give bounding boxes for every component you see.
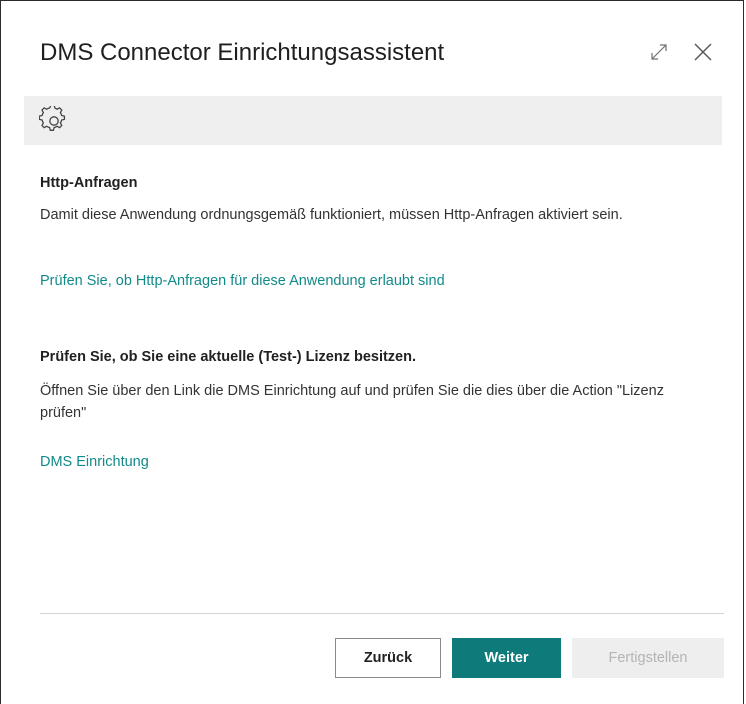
- next-button-label: Weiter: [484, 650, 529, 666]
- expand-icon[interactable]: [648, 41, 670, 63]
- dialog-title: DMS Connector Einrichtungsassistent: [40, 39, 445, 66]
- finish-button[interactable]: Fertigstellen: [572, 638, 724, 678]
- footer-divider: [40, 613, 724, 614]
- gear-icon[interactable]: [39, 106, 69, 136]
- back-button-label: Zurück: [363, 650, 413, 666]
- back-button[interactable]: Zurück: [335, 638, 441, 678]
- check-http-requests-link[interactable]: Prüfen Sie, ob Http-Anfragen für diese A…: [40, 273, 445, 289]
- http-requests-description: Damit diese Anwendung ordnungsgemäß funk…: [40, 207, 623, 223]
- finish-button-label: Fertigstellen: [608, 650, 688, 666]
- license-check-description: Öffnen Sie über den Link die DMS Einrich…: [40, 383, 664, 421]
- http-requests-heading: Http-Anfragen: [40, 175, 138, 191]
- license-check-heading: Prüfen Sie, ob Sie eine aktuelle (Test-)…: [40, 349, 417, 365]
- dms-setup-link[interactable]: DMS Einrichtung: [40, 454, 149, 470]
- setup-wizard-dialog: DMS Connector Einrichtungsassistent Http…: [0, 0, 744, 704]
- close-icon[interactable]: [692, 41, 714, 63]
- action-toolbar: [24, 96, 722, 145]
- next-button[interactable]: Weiter: [452, 638, 561, 678]
